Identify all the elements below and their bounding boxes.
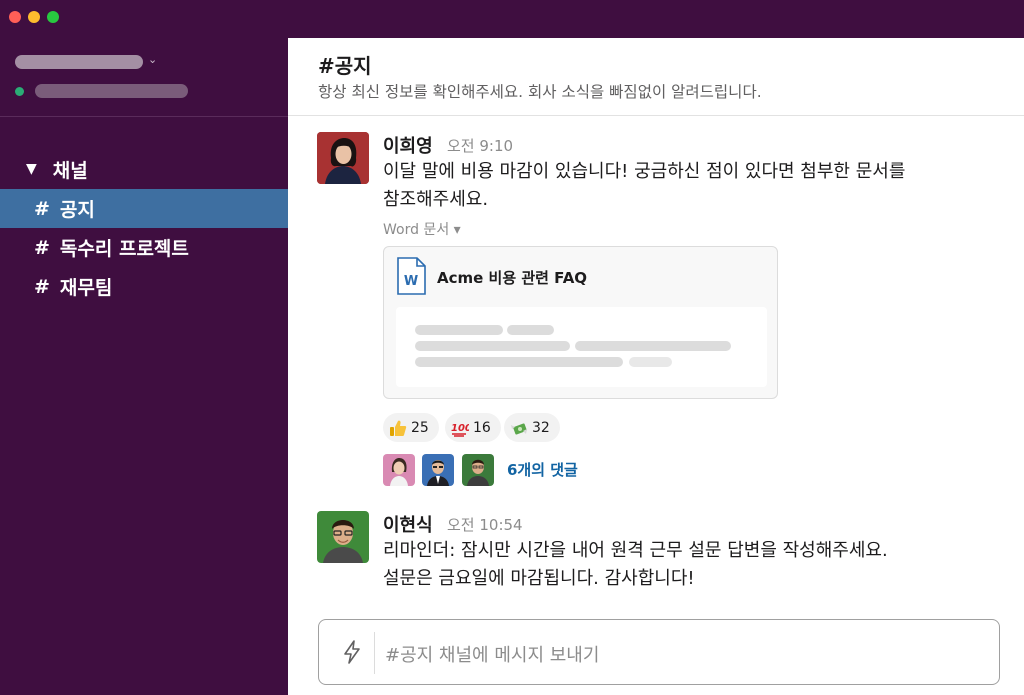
window-titlebar bbox=[0, 0, 1024, 38]
sidebar-divider bbox=[0, 116, 288, 117]
chevron-down-icon[interactable]: ⌄ bbox=[148, 53, 157, 66]
avatar[interactable] bbox=[317, 511, 369, 563]
channels-section-header[interactable]: ▼ 채널 bbox=[26, 156, 88, 182]
word-icon-letter: W bbox=[404, 274, 418, 289]
caret-down-icon[interactable]: ▼ bbox=[26, 161, 37, 177]
message-timestamp[interactable]: 오전 9:10 bbox=[447, 135, 513, 156]
header-divider bbox=[288, 115, 1024, 116]
composer-separator bbox=[374, 632, 375, 674]
message-text-line: 리마인더: 잠시만 시간을 내어 원격 근무 설문 답변을 작성해주세요. bbox=[383, 540, 888, 561]
online-status-icon bbox=[15, 87, 24, 96]
file-attachment-card[interactable]: W Acme 비용 관련 FAQ bbox=[383, 246, 778, 399]
sidebar-item-channel-eagle-project[interactable]: # 독수리 프로젝트 bbox=[0, 228, 288, 267]
preview-line bbox=[629, 357, 672, 367]
hash-icon: # bbox=[34, 275, 50, 298]
message-text-line: 참조해주세요. bbox=[383, 189, 489, 210]
maximize-window-button[interactable] bbox=[47, 11, 59, 23]
avatar[interactable] bbox=[317, 132, 369, 184]
preview-line bbox=[507, 325, 554, 335]
reaction-money-with-wings[interactable]: 32 bbox=[504, 413, 560, 442]
message-timestamp[interactable]: 오전 10:54 bbox=[447, 514, 523, 535]
sidebar-item-label: 재무팀 bbox=[59, 277, 113, 299]
channel-topic: 항상 최신 정보를 확인해주세요. 회사 소식을 빠짐없이 알려드립니다. bbox=[318, 83, 762, 101]
word-document-icon: W bbox=[397, 257, 426, 295]
reaction-hundred-points[interactable]: 100 16 bbox=[445, 413, 501, 442]
reaction-count: 25 bbox=[411, 419, 429, 436]
lightning-bolt-icon[interactable] bbox=[341, 640, 363, 664]
close-window-button[interactable] bbox=[9, 11, 21, 23]
minimize-window-button[interactable] bbox=[28, 11, 40, 23]
reaction-count: 32 bbox=[532, 419, 550, 436]
reply-avatar[interactable] bbox=[422, 454, 454, 486]
section-header-label: 채널 bbox=[52, 159, 88, 182]
sidebar-item-channel-notice[interactable]: # 공지 bbox=[0, 189, 288, 228]
message-author[interactable]: 이희영 bbox=[383, 132, 433, 158]
file-type-label[interactable]: Word 문서 ▾ bbox=[383, 219, 461, 239]
sidebar-item-channel-finance[interactable]: # 재무팀 bbox=[0, 267, 288, 306]
thumbs-up-icon bbox=[390, 420, 407, 436]
preview-line bbox=[415, 341, 570, 351]
preview-line bbox=[415, 325, 503, 335]
preview-line bbox=[415, 357, 623, 367]
preview-line bbox=[575, 341, 731, 351]
hash-icon: # bbox=[34, 197, 50, 220]
message-composer[interactable]: #공지 채널에 메시지 보내기 bbox=[318, 619, 1000, 685]
message-text-line: 이달 말에 비용 마감이 있습니다! 궁금하신 점이 있다면 첨부한 문서를 bbox=[383, 161, 906, 182]
file-preview bbox=[396, 307, 767, 387]
svg-text:100: 100 bbox=[451, 423, 469, 434]
reaction-thumbs-up[interactable]: 25 bbox=[383, 413, 439, 442]
reply-avatar[interactable] bbox=[462, 454, 494, 486]
hash-icon: # bbox=[34, 236, 50, 259]
thread-replies-link[interactable]: 6개의 댓글 bbox=[507, 459, 578, 480]
main-pane: #공지 항상 최신 정보를 확인해주세요. 회사 소식을 빠짐없이 알려드립니다… bbox=[288, 38, 1024, 695]
workspace-name-placeholder[interactable] bbox=[15, 55, 143, 69]
message-text-line: 설문은 금요일에 마감됩니다. 감사합니다! bbox=[383, 568, 695, 589]
message-author[interactable]: 이현식 bbox=[383, 511, 433, 537]
hundred-points-icon: 100 bbox=[451, 423, 469, 437]
channel-title[interactable]: #공지 bbox=[318, 50, 372, 79]
money-with-wings-icon bbox=[511, 422, 527, 435]
message-input[interactable]: #공지 채널에 메시지 보내기 bbox=[385, 641, 599, 667]
sidebar: ⌄ ▼ 채널 # 공지 # 독수리 프로젝트 # 재무팀 bbox=[0, 38, 288, 695]
file-name[interactable]: Acme 비용 관련 FAQ bbox=[437, 267, 587, 288]
reaction-count: 16 bbox=[473, 419, 491, 436]
sidebar-item-label: 공지 bbox=[59, 199, 95, 221]
sidebar-item-label: 독수리 프로젝트 bbox=[59, 238, 189, 260]
reply-avatar[interactable] bbox=[383, 454, 415, 486]
user-name-placeholder bbox=[35, 84, 188, 98]
